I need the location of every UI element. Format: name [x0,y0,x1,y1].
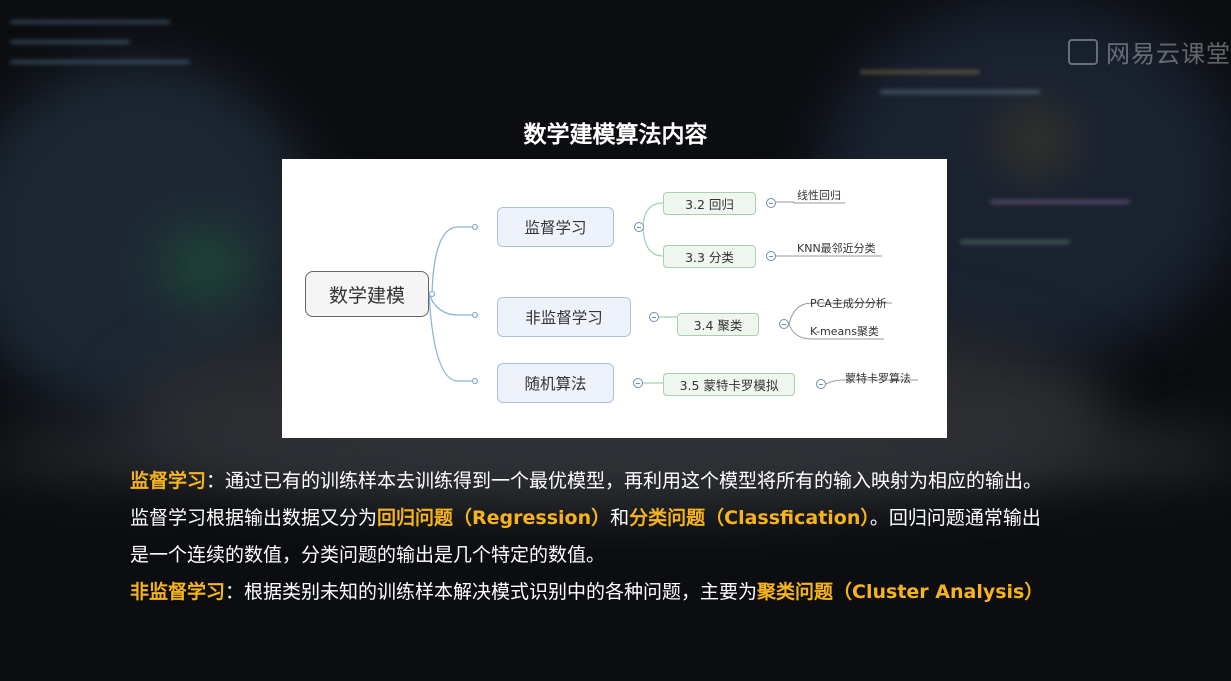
term-classification: 分类问题（Classfication） [629,507,870,529]
body-text: 。回归问题通常输出 [869,507,1041,529]
node-montecarlo[interactable]: 3.5 蒙特卡罗模拟 [663,373,795,396]
branch-unsupervised[interactable]: 非监督学习 [497,297,631,337]
collapse-toggle-icon[interactable] [816,379,826,389]
text-line-2: 监督学习根据输出数据又分为回归问题（Regression）和分类问题（Class… [130,500,1130,537]
leaf-knn: KNN最邻近分类 [797,242,876,255]
body-text: ：通过已有的训练样本去训练得到一个最优模型，再利用这个模型将所有的输入映射为相应… [206,470,1043,492]
branch-random[interactable]: 随机算法 [497,363,614,403]
node-regression[interactable]: 3.2 回归 [663,192,756,215]
text-line-4: 非监督学习：根据类别未知的训练样本解决模式识别中的各种问题，主要为聚类问题（Cl… [130,574,1130,611]
term-cluster-analysis: 聚类问题（Cluster Analysis） [757,581,1044,603]
collapse-toggle-icon[interactable] [649,312,659,322]
leaf-montecarlo-algorithm: 蒙特卡罗算法 [845,372,911,385]
slide-title: 数学建模算法内容 [523,122,708,148]
root-node[interactable]: 数学建模 [305,271,429,317]
node-classification[interactable]: 3.3 分类 [663,245,756,268]
body-text: 是一个连续的数值，分类问题的输出是几个特定的数值。 [130,544,606,566]
node-clustering[interactable]: 3.4 聚类 [677,313,759,336]
branch-supervised[interactable]: 监督学习 [497,207,614,247]
body-text: 和 [610,507,630,529]
mindmap: 数学建模 监督学习 非监督学习 随机算法 3.2 回归 3.3 分类 3.4 聚… [282,159,947,438]
collapse-toggle-icon[interactable] [766,251,776,261]
collapse-toggle-icon[interactable] [634,222,644,232]
collapse-toggle-icon[interactable] [779,319,789,329]
collapse-toggle-icon[interactable] [633,378,643,388]
brand-logo: 网易云课堂 [1068,34,1231,69]
term-regression: 回归问题（Regression） [377,507,611,529]
text-line-3: 是一个连续的数值，分类问题的输出是几个特定的数值。 [130,537,1130,574]
body-text: 监督学习根据输出数据又分为 [130,507,378,529]
collapse-toggle-icon[interactable] [766,198,776,208]
text-line-1: 监督学习：通过已有的训练样本去训练得到一个最优模型，再利用这个模型将所有的输入映… [130,463,1130,500]
logo-icon [1068,39,1098,65]
term-supervised: 监督学习 [130,470,207,492]
leaf-pca: PCA主成分分析 [810,297,887,310]
leaf-kmeans: K-means聚类 [810,325,879,338]
logo-text: 网易云课堂 [1106,40,1231,68]
body-text: ：根据类别未知的训练样本解决模式识别中的各种问题，主要为 [225,581,758,603]
leaf-linear-regression: 线性回归 [797,189,841,202]
term-unsupervised: 非监督学习 [130,581,226,603]
